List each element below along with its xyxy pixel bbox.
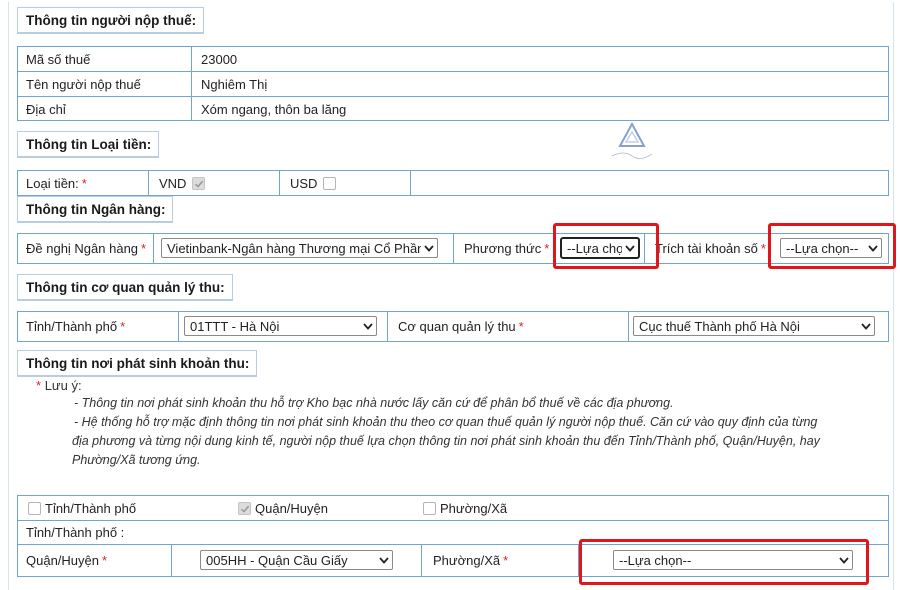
watermark-logo	[606, 120, 658, 162]
usd-checkbox[interactable]	[323, 176, 337, 190]
opt-province-checkbox[interactable]	[28, 501, 41, 515]
chevron-down-icon	[858, 317, 874, 335]
tax-code-value: 23000	[201, 51, 238, 67]
currency-label: Loại tiền: *	[26, 175, 87, 191]
bank-section-title: Thông tin Ngân hàng:	[17, 196, 174, 223]
origin-province-label: Tỉnh/Thành phố :	[26, 525, 125, 540]
chevron-down-icon	[360, 317, 376, 335]
bank-table: Đề nghị Ngân hàng * Phương thức * Trích tà…	[17, 233, 889, 264]
opt-ward[interactable]: Phường/Xã	[415, 496, 595, 520]
taxpayer-table: Mã số thuế 23000 Tên người nộp thuế Nghi…	[17, 46, 889, 121]
method-label: Phương thức *	[464, 241, 550, 256]
tax-code-label: Mã số thuế	[26, 51, 91, 67]
chevron-down-icon	[376, 551, 392, 569]
currency-table: Loại tiền: * VND USD	[17, 170, 889, 196]
method-highlight-box	[553, 223, 659, 269]
account-highlight-box	[768, 223, 896, 269]
district-select[interactable]: 005HH - Quận Cầu Giấy	[200, 550, 393, 570]
vnd-option[interactable]: VND	[149, 171, 279, 195]
agency-province-select[interactable]: 01TTT - Hà Nội	[184, 316, 377, 336]
note-text: - Thông tin nơi phát sinh khoản thu hỗ t…	[72, 396, 820, 467]
account-label: Trích tài khoản số *	[655, 241, 766, 256]
ward-highlight-box	[579, 539, 869, 585]
opt-district-checkbox[interactable]	[238, 501, 251, 515]
vnd-checkbox[interactable]	[192, 176, 206, 190]
bank-select[interactable]: Vietinbank-Ngân hàng Thương mại Cổ Phần	[161, 238, 438, 258]
chevron-down-icon	[421, 239, 437, 257]
bank-label: Đề nghị Ngân hàng *	[26, 241, 147, 256]
ward-label: Phường/Xã *	[433, 553, 509, 568]
address-value: Xóm ngang, thôn ba lăng	[201, 101, 347, 117]
district-label: Quận/Huyện *	[26, 553, 108, 568]
opt-province[interactable]: Tỉnh/Thành phố	[18, 496, 218, 520]
taxpayer-section-title: Thông tin người nộp thuế:	[17, 7, 205, 34]
address-label: Địa chỉ	[26, 101, 66, 117]
taxpayer-name-label: Tên người nộp thuế	[26, 76, 141, 92]
currency-section-title: Thông tin Loại tiền:	[17, 131, 160, 158]
opt-district[interactable]: Quận/Huyện	[230, 496, 410, 520]
agency-section-title: Thông tin cơ quan quản lý thu:	[17, 274, 233, 301]
usd-option[interactable]: USD	[280, 171, 410, 195]
origin-section-title: Thông tin nơi phát sinh khoản thu:	[17, 350, 258, 377]
note-heading: * Lưu ý:	[36, 378, 82, 393]
taxpayer-name-value: Nghiêm Thị	[201, 76, 268, 92]
agency-select[interactable]: Cục thuế Thành phố Hà Nội	[633, 316, 875, 336]
agency-label: Cơ quan quản lý thu *	[398, 319, 524, 334]
opt-ward-checkbox[interactable]	[423, 501, 436, 515]
agency-province-label: Tỉnh/Thành phố *	[26, 319, 126, 334]
